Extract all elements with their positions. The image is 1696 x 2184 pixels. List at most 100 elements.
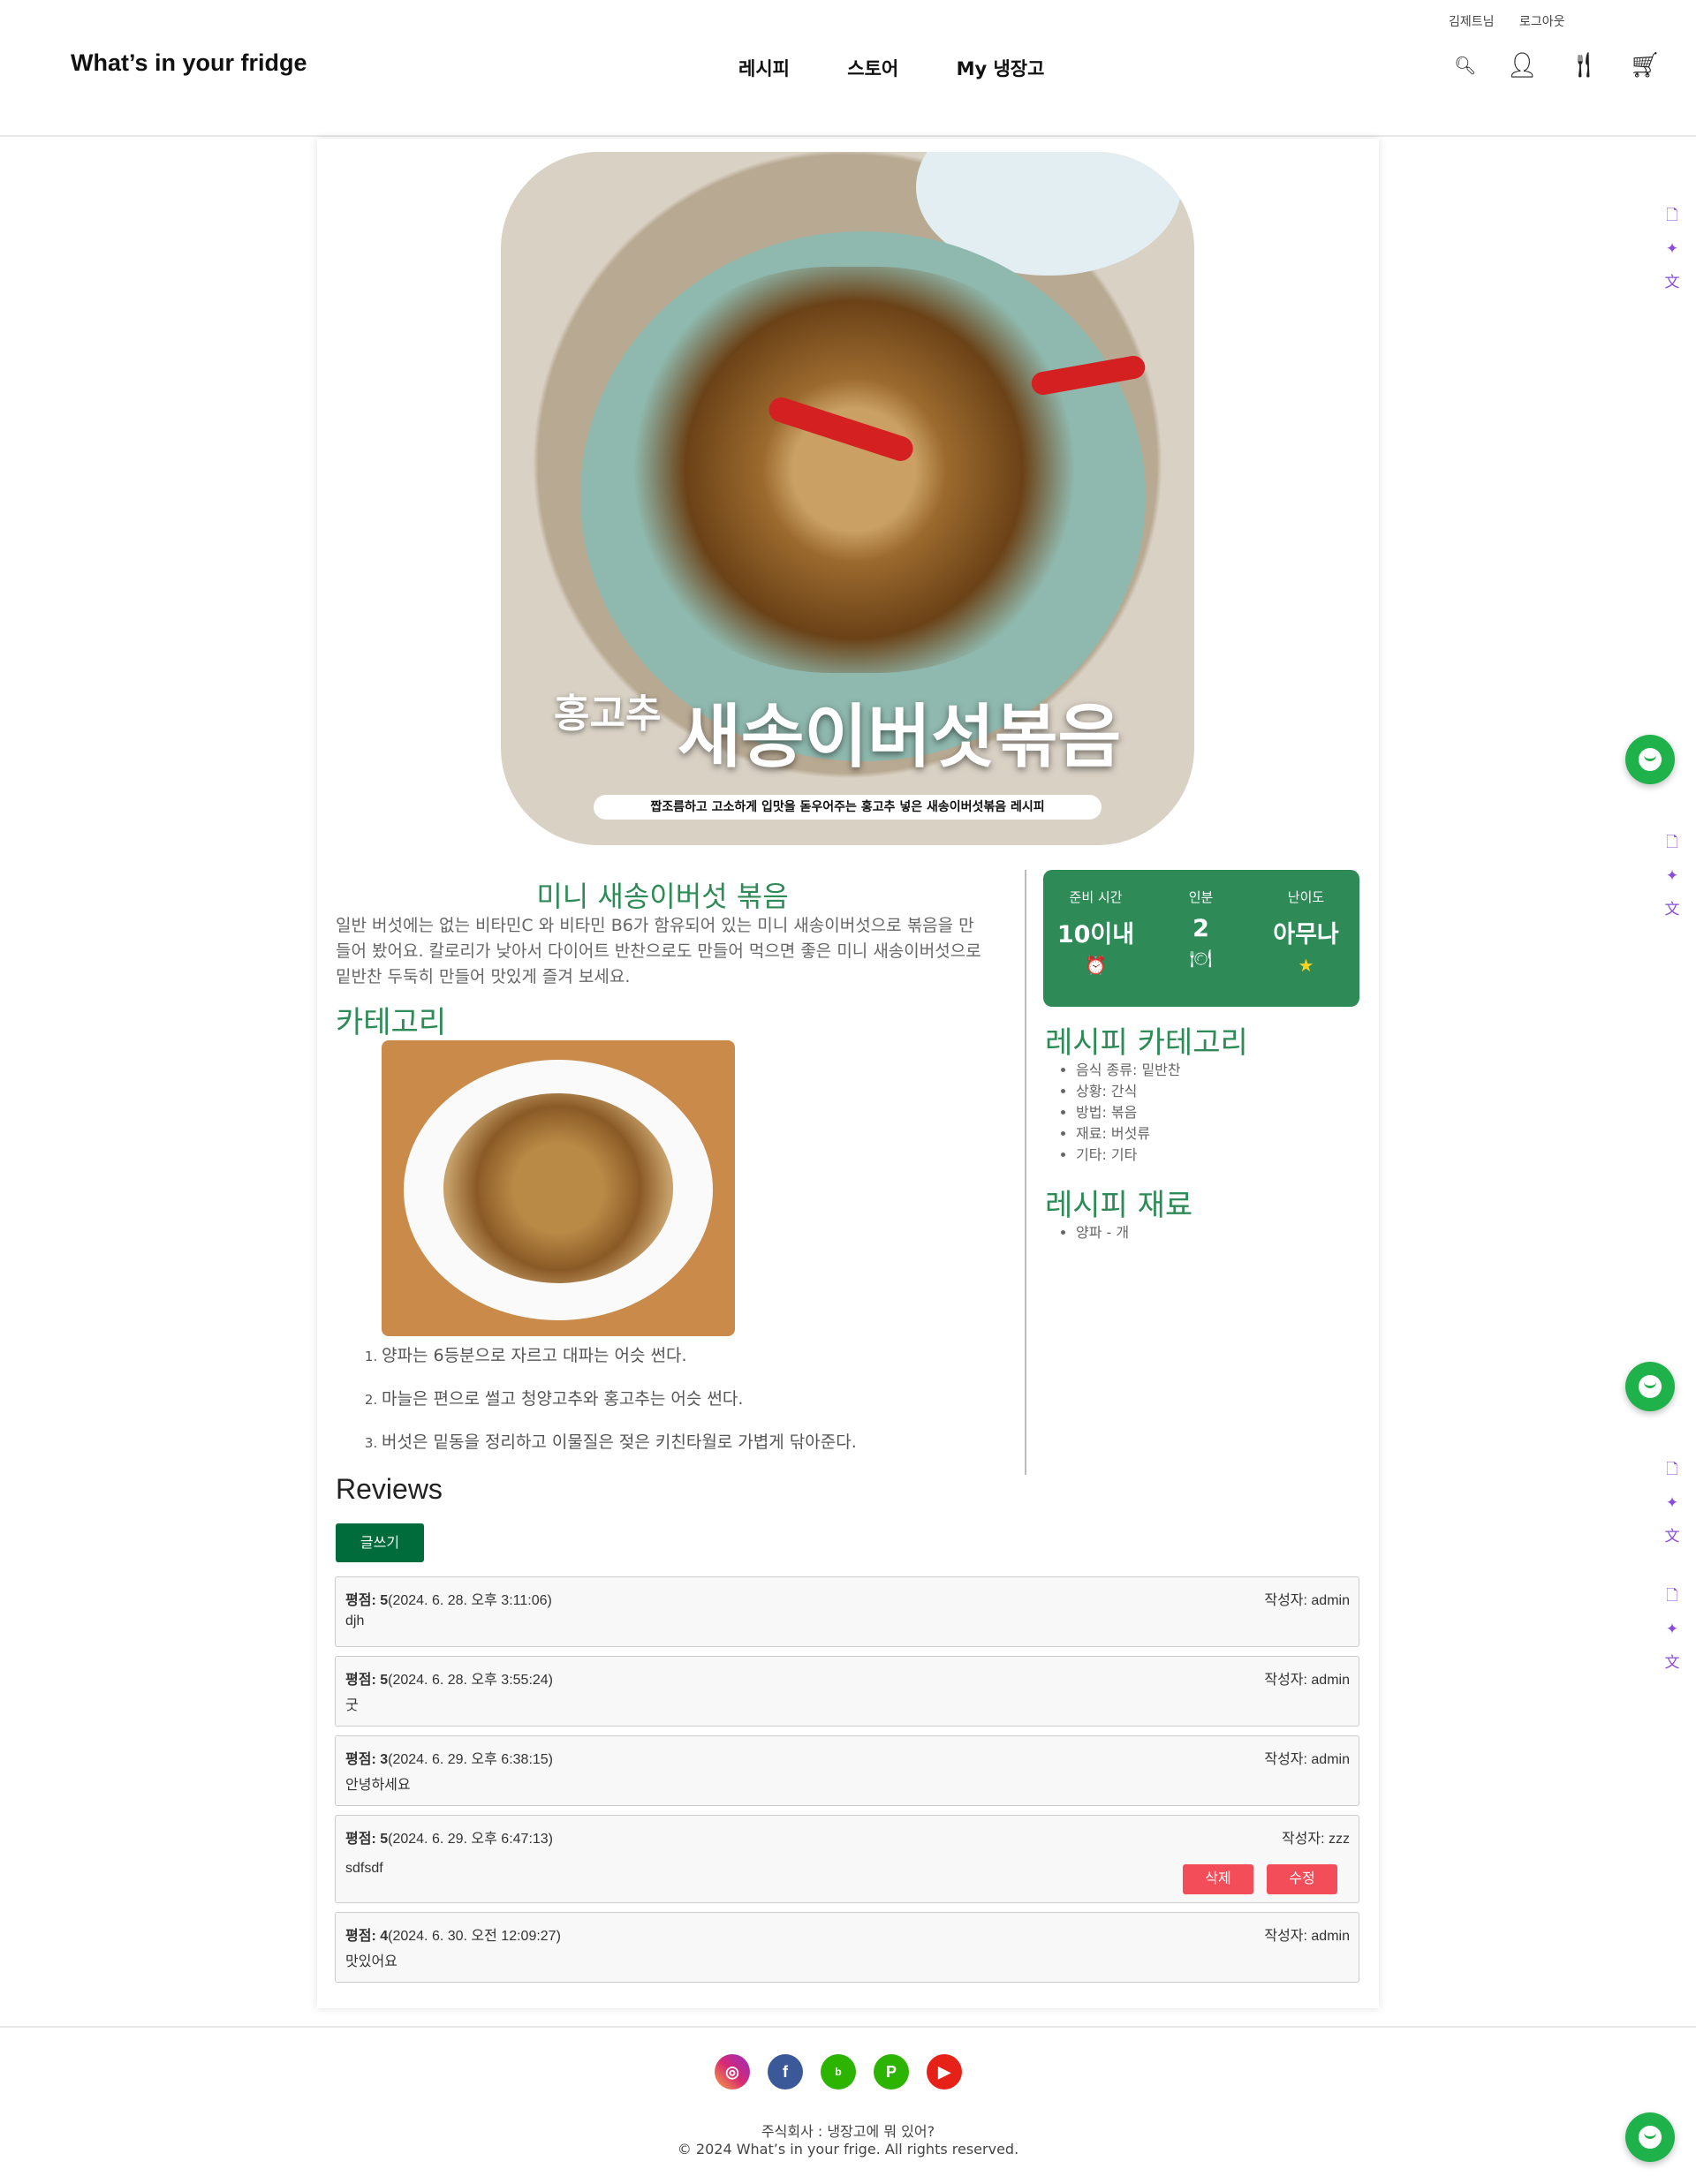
category-image: [382, 1040, 735, 1336]
difficulty: 난이도 아무나 ★: [1253, 888, 1359, 976]
translate-icon[interactable]: 文: [1657, 893, 1687, 926]
review-text: 굿: [345, 1698, 359, 1713]
youtube-icon[interactable]: ▶: [927, 2054, 962, 2090]
recipe-title: 미니 새송이버섯 볶음: [536, 880, 789, 913]
reviews-heading: Reviews: [336, 1473, 443, 1505]
ingredient-heading: 레시피 재료: [1045, 1188, 1193, 1223]
ingredient-item: 양파 - 개: [1076, 1222, 1129, 1243]
category-item: 방법: 볶음: [1076, 1102, 1181, 1123]
chat-button[interactable]: [1625, 2112, 1675, 2162]
document-icon[interactable]: 🗋: [1657, 1579, 1687, 1613]
utensils-icon[interactable]: 🍴︎: [1568, 51, 1600, 79]
alarm-clock-icon: ⏰: [1085, 955, 1107, 976]
user-icon[interactable]: 👤︎: [1506, 51, 1538, 79]
naver-post-icon[interactable]: P: [874, 2054, 909, 2090]
review-score: 평점: 5: [345, 1832, 389, 1847]
sidebar-category-heading: 레시피 카테고리: [1045, 1025, 1248, 1061]
hero-big-title: 새송이버섯볶음: [678, 698, 1122, 777]
recipe-info-box: 준비 시간 10이내 ⏰ 인분 2 🍽︎ 난이도 아무나 ★: [1043, 870, 1359, 1007]
category-item: 음식 종류: 밑반찬: [1076, 1060, 1181, 1081]
review-date: (2024. 6. 28. 오후 3:55:24): [388, 1673, 554, 1688]
delete-review-button[interactable]: 삭제: [1183, 1864, 1253, 1894]
nav-store[interactable]: 스토어: [847, 58, 898, 79]
review-text: sdfsdf: [345, 1861, 383, 1876]
search-icon[interactable]: 🔍︎: [1454, 51, 1476, 79]
review-text: 맛있어요: [345, 1954, 398, 1969]
review-author: 작성자: admin: [1264, 1673, 1350, 1688]
step-item: 양파는 6등분으로 자르고 대파는 어슷 썬다.: [382, 1342, 982, 1386]
review-text: 안녕하세요: [345, 1778, 411, 1793]
review-item: 평점: 5(2024. 6. 28. 오후 3:11:06) 작성자: admi…: [335, 1576, 1359, 1647]
review-score: 평점: 5: [345, 1593, 389, 1608]
blog-icon[interactable]: b: [821, 2054, 856, 2090]
site-header: 김제트님 로그아웃 What’s in your fridge 레시피 스토어 …: [0, 0, 1696, 137]
sparkle-icon[interactable]: ✦: [1657, 1613, 1687, 1646]
side-toolbar: 🗋 ✦ 文: [1657, 1453, 1687, 1553]
header-icons: 🔍︎ 👤︎ 🍴︎ 🛒︎: [1454, 51, 1661, 79]
category-list: 음식 종류: 밑반찬 상황: 간식 방법: 볶음 재료: 버섯류 기타: 기타: [1076, 1060, 1181, 1166]
step-item: 버섯은 밑동을 정리하고 이물질은 젖은 키친타월로 가볍게 닦아준다.: [382, 1429, 982, 1472]
review-score: 평점: 4: [345, 1929, 389, 1944]
side-toolbar: 🗋 ✦ 文: [1657, 1579, 1687, 1680]
review-item: 평점: 5(2024. 6. 29. 오후 6:47:13) 작성자: zzz …: [335, 1815, 1359, 1903]
edit-review-button[interactable]: 수정: [1267, 1864, 1337, 1894]
document-icon[interactable]: 🗋: [1657, 1453, 1687, 1486]
facebook-icon[interactable]: f: [768, 2054, 803, 2090]
site-logo[interactable]: What’s in your fridge: [71, 49, 307, 77]
footer-copyright: © 2024 What’s in your frige. All rights …: [677, 2141, 1019, 2158]
hero-small-title: 홍고추: [554, 691, 662, 737]
hero-subtitle: 짭조름하고 고소하게 입맛을 돋우어주는 홍고추 넣은 새송이버섯볶음 레시피: [594, 795, 1102, 820]
category-item: 재료: 버섯류: [1076, 1123, 1181, 1145]
side-toolbar: 🗋 ✦ 文: [1657, 826, 1687, 926]
review-author: 작성자: admin: [1264, 1593, 1350, 1608]
hero-image: 홍고추 새송이버섯볶음 짭조름하고 고소하게 입맛을 돋우어주는 홍고추 넣은 …: [501, 152, 1194, 845]
review-author: 작성자: admin: [1264, 1929, 1350, 1944]
review-date: (2024. 6. 29. 오후 6:47:13): [388, 1832, 554, 1847]
review-item: 평점: 3(2024. 6. 29. 오후 6:38:15) 작성자: admi…: [335, 1735, 1359, 1806]
review-item: 평점: 5(2024. 6. 28. 오후 3:55:24) 작성자: admi…: [335, 1656, 1359, 1727]
instagram-icon[interactable]: ◎: [715, 2054, 750, 2090]
translate-icon[interactable]: 文: [1657, 266, 1687, 299]
recipe-description: 일반 버섯에는 없는 비타민C 와 비타민 B6가 함유되어 있는 미니 새송이…: [336, 916, 981, 986]
footer-company: 주식회사 : 냉장고에 뭐 있어?: [761, 2123, 935, 2140]
cart-icon[interactable]: 🛒︎: [1629, 51, 1661, 79]
logout-link[interactable]: 로그아웃: [1519, 15, 1565, 29]
category-heading: 카테고리: [336, 1005, 447, 1040]
category-item: 상황: 간식: [1076, 1081, 1181, 1102]
review-author: 작성자: zzz: [1281, 1832, 1350, 1847]
translate-icon[interactable]: 文: [1657, 1520, 1687, 1553]
document-icon[interactable]: 🗋: [1657, 826, 1687, 859]
sparkle-icon[interactable]: ✦: [1657, 232, 1687, 266]
sparkle-icon[interactable]: ✦: [1657, 859, 1687, 893]
ingredient-list: 양파 - 개: [1076, 1222, 1129, 1243]
top-links: 김제트님 로그아웃: [1449, 12, 1586, 30]
sparkle-icon[interactable]: ✦: [1657, 1486, 1687, 1520]
nav-my-fridge[interactable]: My 냉장고: [957, 58, 1045, 79]
nav-recipe[interactable]: 레시피: [738, 58, 790, 79]
servings: 인분 2 🍽︎: [1148, 888, 1253, 969]
main-nav: 레시피 스토어 My 냉장고: [738, 55, 1095, 81]
recipe-steps: 양파는 6등분으로 자르고 대파는 어슷 썬다. 마늘은 편으로 썰고 청양고추…: [364, 1342, 982, 1472]
star-icon: ★: [1298, 955, 1314, 976]
review-date: (2024. 6. 30. 오전 12:09:27): [388, 1929, 561, 1944]
social-links: ◎ f b P ▶: [715, 2054, 962, 2090]
review-text: djh: [345, 1613, 365, 1629]
plate-icon: 🍽︎: [1189, 948, 1213, 969]
document-icon[interactable]: 🗋: [1657, 199, 1687, 232]
review-author: 작성자: admin: [1264, 1752, 1350, 1767]
review-score: 평점: 5: [345, 1673, 389, 1688]
step-item: 마늘은 편으로 썰고 청양고추와 홍고추는 어슷 썬다.: [382, 1386, 982, 1429]
chat-button[interactable]: [1625, 735, 1675, 784]
translate-icon[interactable]: 文: [1657, 1646, 1687, 1680]
user-link[interactable]: 김제트님: [1449, 15, 1495, 29]
chat-button[interactable]: [1625, 1362, 1675, 1411]
review-item: 평점: 4(2024. 6. 30. 오전 12:09:27) 작성자: adm…: [335, 1912, 1359, 1983]
review-score: 평점: 3: [345, 1752, 389, 1767]
category-item: 기타: 기타: [1076, 1145, 1181, 1166]
site-footer: ◎ f b P ▶ 주식회사 : 냉장고에 뭐 있어? © 2024 What’…: [0, 2026, 1696, 2184]
write-review-button[interactable]: 글쓰기: [336, 1523, 424, 1562]
review-date: (2024. 6. 29. 오후 6:38:15): [388, 1752, 554, 1767]
column-divider: [1025, 870, 1026, 1475]
prep-time: 준비 시간 10이내 ⏰: [1043, 888, 1148, 976]
side-toolbar: 🗋 ✦ 文: [1657, 199, 1687, 299]
